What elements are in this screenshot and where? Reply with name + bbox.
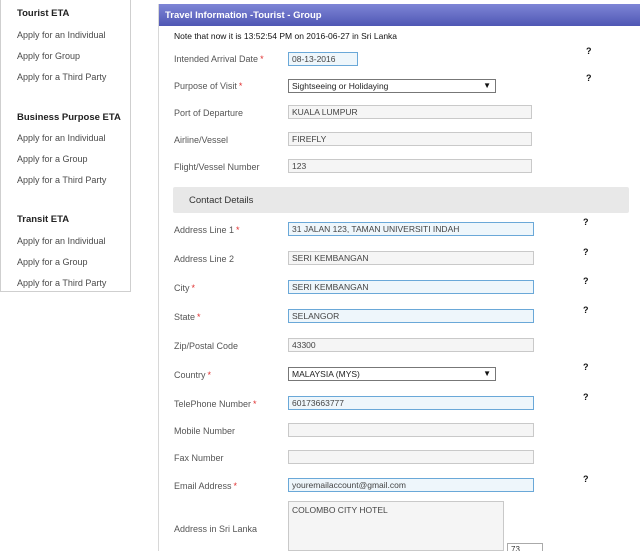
chevron-down-icon: ▼	[483, 369, 491, 378]
mobile-label: Mobile Number	[174, 426, 236, 436]
panel-title: Travel Information -Tourist - Group	[159, 4, 640, 26]
help-icon[interactable]: ?	[583, 276, 589, 286]
telephone-input[interactable]: 60173663777	[288, 396, 534, 410]
help-icon[interactable]: ?	[586, 46, 592, 56]
fax-label: Fax Number	[174, 453, 224, 463]
flight-label: Flight/Vessel Number	[174, 162, 260, 172]
city-input[interactable]: SERI KEMBANGAN	[288, 280, 534, 294]
travel-info-form: Travel Information -Tourist - Group Note…	[158, 4, 640, 551]
sidebar-heading-transit-eta: Transit ETA	[17, 214, 70, 225]
departure-label: Port of Departure	[174, 108, 244, 118]
help-icon[interactable]: ?	[583, 305, 589, 315]
sidebar-item-transit-individual[interactable]: Apply for an Individual	[17, 236, 106, 246]
flight-input[interactable]: 123	[288, 159, 532, 173]
purpose-select[interactable]: Sightseeing or Holidaying ▼	[288, 79, 496, 93]
address-sl-label: Address in Sri Lanka	[174, 524, 258, 534]
airline-label: Airline/Vessel	[174, 135, 229, 145]
sidebar-item-tourist-individual[interactable]: Apply for an Individual	[17, 30, 106, 40]
contact-details-header: Contact Details	[173, 187, 629, 213]
sidebar-item-business-third-party[interactable]: Apply for a Third Party	[17, 175, 106, 185]
help-icon[interactable]: ?	[583, 474, 589, 484]
country-label: Country *	[174, 370, 212, 380]
help-icon[interactable]: ?	[583, 362, 589, 372]
city-label: City *	[174, 283, 196, 293]
arrival-date-input[interactable]: 08-13-2016	[288, 52, 358, 66]
sidebar-item-transit-third-party[interactable]: Apply for a Third Party	[17, 278, 106, 288]
sidebar-item-tourist-group[interactable]: Apply for Group	[17, 51, 80, 61]
sidebar-item-tourist-third-party[interactable]: Apply for a Third Party	[17, 72, 106, 82]
address-sri-lanka-textarea[interactable]: COLOMBO CITY HOTEL	[288, 501, 504, 551]
chevron-down-icon: ▼	[483, 81, 491, 90]
mobile-input[interactable]	[288, 423, 534, 437]
address2-label: Address Line 2	[174, 254, 235, 264]
zip-input[interactable]: 43300	[288, 338, 534, 352]
fax-input[interactable]	[288, 450, 534, 464]
sidebar-item-business-individual[interactable]: Apply for an Individual	[17, 133, 106, 143]
country-select[interactable]: MALAYSIA (MYS) ▼	[288, 367, 496, 381]
sidebar-item-business-group[interactable]: Apply for a Group	[17, 154, 88, 164]
help-icon[interactable]: ?	[586, 73, 592, 83]
email-input[interactable]: youremailaccount@gmail.com	[288, 478, 534, 492]
arrival-date-label: Intended Arrival Date *	[174, 54, 264, 64]
help-icon[interactable]: ?	[583, 392, 589, 402]
sidebar-nav: Tourist ETA Apply for an Individual Appl…	[0, 0, 131, 292]
address1-label: Address Line 1 *	[174, 225, 240, 235]
email-label: Email Address *	[174, 481, 238, 491]
help-icon[interactable]: ?	[583, 247, 589, 257]
address1-input[interactable]: 31 JALAN 123, TAMAN UNIVERSITI INDAH	[288, 222, 534, 236]
state-label: State *	[174, 312, 201, 322]
char-count: 73	[507, 543, 543, 551]
purpose-label: Purpose of Visit *	[174, 81, 243, 91]
airline-input[interactable]: FIREFLY	[288, 132, 532, 146]
zip-label: Zip/Postal Code	[174, 341, 239, 351]
sidebar-heading-business-eta: Business Purpose ETA	[17, 112, 121, 123]
address2-input[interactable]: SERI KEMBANGAN	[288, 251, 534, 265]
state-input[interactable]: SELANGOR	[288, 309, 534, 323]
help-icon[interactable]: ?	[583, 217, 589, 227]
sidebar-heading-tourist-eta: Tourist ETA	[17, 8, 70, 19]
telephone-label: TelePhone Number *	[174, 399, 257, 409]
sidebar-item-transit-group[interactable]: Apply for a Group	[17, 257, 88, 267]
time-note: Note that now it is 13:52:54 PM on 2016-…	[174, 31, 398, 41]
departure-input[interactable]: KUALA LUMPUR	[288, 105, 532, 119]
